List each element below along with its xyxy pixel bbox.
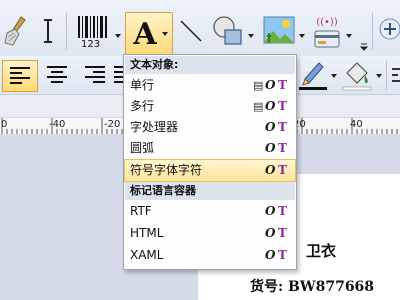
picture-icon xyxy=(263,16,295,44)
menu-item-label: 单行 xyxy=(130,78,155,92)
shapes-dropdown-arrow[interactable] xyxy=(248,34,254,38)
opentype-icon: O xyxy=(265,226,276,240)
truetype-icon: T xyxy=(278,226,287,240)
menu-item-rtf[interactable]: RTF O T xyxy=(125,201,295,222)
menu-item-label: RTF xyxy=(130,204,152,218)
label-title-text[interactable]: 卫衣 xyxy=(306,240,336,261)
image-dropdown-arrow[interactable] xyxy=(299,34,305,38)
label-product-code[interactable]: 货号: BW877668 xyxy=(250,276,374,296)
text-object-menu: 文本对象: 单行 ▤ O T 多行 ▤ O T 字处理器 O T 圆弧 O T … xyxy=(123,54,297,270)
opentype-icon: O xyxy=(265,141,276,155)
truetype-icon: T xyxy=(278,248,287,262)
align-right-icon xyxy=(85,66,105,83)
truetype-icon: T xyxy=(278,204,287,218)
menu-section-header: 文本对象: xyxy=(125,56,295,74)
menu-item-multi-line[interactable]: 多行 ▤ O T xyxy=(125,96,295,117)
opentype-icon: O xyxy=(265,78,276,92)
rfid-card-icon: ((•)) xyxy=(314,17,340,48)
printer-icon: ▤ xyxy=(253,100,264,113)
text-style-icon xyxy=(392,68,400,82)
align-left-button[interactable] xyxy=(2,60,38,92)
text-cursor-button[interactable] xyxy=(36,14,60,48)
toolbar-separator xyxy=(386,60,387,90)
fill-color-dropdown-arrow[interactable] xyxy=(376,74,382,78)
text-tool-dropdown-arrow[interactable] xyxy=(162,32,168,36)
opentype-icon: O xyxy=(265,99,276,113)
shapes-tool-button[interactable] xyxy=(210,12,246,50)
menu-item-label: 字处理器 xyxy=(130,120,179,134)
line-color-button[interactable] xyxy=(296,58,330,92)
i-beam-icon xyxy=(44,19,52,43)
align-left-icon xyxy=(10,67,30,84)
toolbar-separator xyxy=(372,12,373,50)
menu-item-word-processor[interactable]: 字处理器 O T xyxy=(125,117,295,138)
fill-color-button[interactable] xyxy=(340,58,374,92)
menu-item-label: XAML xyxy=(130,248,164,262)
plus-circle-icon xyxy=(379,18,400,40)
svg-text:((•)): ((•)) xyxy=(316,17,338,28)
opentype-icon: O xyxy=(265,120,276,134)
toolbar-separator xyxy=(66,12,67,50)
shapes-icon xyxy=(213,16,242,45)
ruler-number: 0 xyxy=(1,119,8,130)
menu-item-label: 符号字体字符 xyxy=(130,163,203,177)
printer-icon: ▤ xyxy=(253,79,264,92)
menu-item-xaml[interactable]: XAML O T xyxy=(125,245,295,266)
add-object-button[interactable] xyxy=(378,14,400,44)
menu-item-single-line[interactable]: 单行 ▤ O T xyxy=(125,75,295,96)
pen-color-icon xyxy=(299,62,327,90)
truetype-icon: T xyxy=(278,141,287,155)
menu-item-label: 圆弧 xyxy=(130,141,155,155)
opentype-icon: O xyxy=(265,204,276,218)
line-tool-button[interactable] xyxy=(176,14,206,48)
barcode-dropdown-arrow[interactable] xyxy=(115,34,121,38)
truetype-icon: T xyxy=(278,120,287,134)
toolbar-top: 123 A ((•)) xyxy=(0,0,400,57)
text-tool-glyph: A xyxy=(133,16,157,52)
image-tool-button[interactable] xyxy=(262,12,296,50)
ruler-number: -40 xyxy=(49,119,66,130)
align-center-button[interactable] xyxy=(40,60,74,90)
opentype-icon: O xyxy=(265,248,276,262)
align-right-button[interactable] xyxy=(78,60,112,90)
menu-item-label: 多行 xyxy=(130,99,155,113)
truetype-icon: T xyxy=(278,163,287,177)
truetype-icon: T xyxy=(278,99,287,113)
menu-section-header: 标记语言容器 xyxy=(125,182,295,200)
align-center-icon xyxy=(47,66,67,83)
line-color-dropdown-arrow[interactable] xyxy=(331,74,337,78)
text-tool-button[interactable]: A xyxy=(125,12,173,56)
toolbar-overflow-button[interactable] xyxy=(359,40,369,54)
barcode-icon xyxy=(78,16,107,38)
ruler-number: -20 xyxy=(104,119,121,130)
more-format-button[interactable] xyxy=(390,60,400,90)
ruler-number: 40 xyxy=(350,119,363,130)
paint-bucket-icon xyxy=(342,62,372,91)
menu-item-html[interactable]: HTML O T xyxy=(125,223,295,244)
barcode-number-label: 123 xyxy=(81,39,101,50)
broom-tool-button[interactable] xyxy=(2,14,30,48)
menu-item-arc[interactable]: 圆弧 O T xyxy=(125,138,295,159)
broom-icon xyxy=(4,16,26,46)
opentype-icon: O xyxy=(265,163,276,177)
menu-item-label: HTML xyxy=(130,226,164,240)
rfid-dropdown-arrow[interactable] xyxy=(346,34,352,38)
chevron-down-icon xyxy=(360,43,368,51)
rfid-tool-button[interactable]: ((•)) xyxy=(310,12,344,52)
menu-item-symbol-font-char[interactable]: 符号字体字符 O T xyxy=(124,159,296,182)
line-icon xyxy=(180,20,202,42)
truetype-icon: T xyxy=(278,78,287,92)
